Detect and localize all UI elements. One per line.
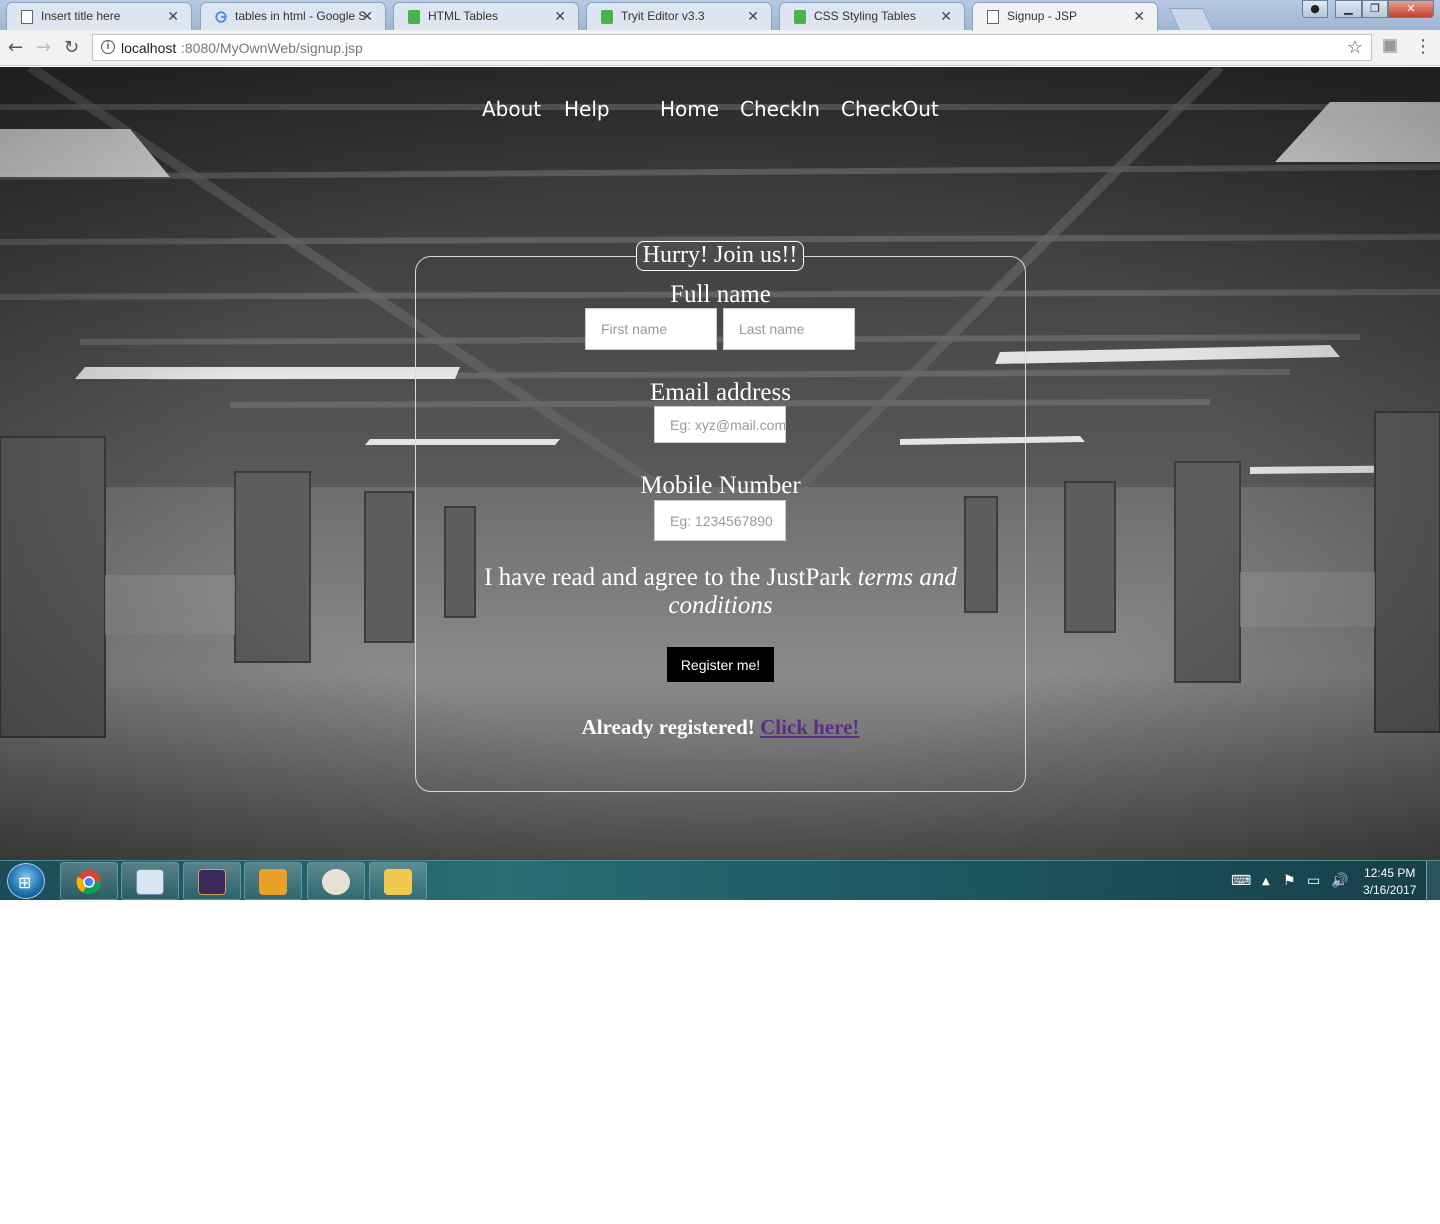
login-link[interactable]: Click here! [760,715,859,739]
login-prefix: Already registered! [581,715,761,739]
email-input[interactable] [654,406,786,443]
minimize-icon: ▁ [1344,2,1353,15]
close-icon: ✕ [1406,2,1416,15]
mobile-number-input[interactable] [654,500,786,541]
forward-arrow-icon[interactable]: → [36,37,51,58]
tab-insert-title[interactable]: Insert title here ✕ [6,2,192,30]
register-button[interactable]: Register me! [667,647,774,682]
tab-label: Insert title here [41,9,121,23]
google-icon [215,11,227,23]
address-bar[interactable]: i localhost :8080/MyOwnWeb/signup.jsp ☆ [92,34,1372,61]
reload-icon[interactable]: ↻ [64,37,79,58]
first-name-input[interactable] [585,308,717,350]
network-icon[interactable]: ▭ [1307,873,1320,889]
tab-html-tables[interactable]: HTML Tables ✕ [393,2,579,30]
close-icon[interactable]: ✕ [554,8,566,25]
signup-form: Hurry! Join us!! Full name Email address… [415,241,1026,792]
nav-about-link[interactable]: About [482,97,541,121]
nav-checkin-link[interactable]: CheckIn [740,97,820,121]
window-close-button[interactable]: ✕ [1388,0,1434,18]
taskbar-paint-button[interactable] [307,862,365,900]
last-name-input[interactable] [723,308,855,350]
already-registered-text: Already registered! Click here! [416,715,1025,740]
nav-checkout-link[interactable]: CheckOut [841,97,939,121]
start-button[interactable]: ⊞ [7,863,45,899]
tab-signup-jsp[interactable]: Signup - JSP ✕ [972,2,1158,31]
tab-label: tables in html - Google S [235,9,365,23]
show-hidden-icons-icon[interactable]: ▲ [1262,876,1270,887]
tab-label: Tryit Editor v3.3 [621,9,705,23]
network-app-icon [136,869,164,895]
windows-taskbar: ⊞ ⌨ ▲ ⚑ ▭ 🔊 12:45 PM 3/16/2017 [0,860,1440,901]
extension-icon[interactable] [1383,39,1397,53]
maximize-button[interactable]: ❐ [1362,0,1388,18]
keyboard-icon[interactable]: ⌨ [1231,873,1251,889]
site-navigation: About Help Home CheckIn CheckOut [0,97,1440,127]
show-desktop-button[interactable] [1426,861,1440,901]
tab-css-styling-tables[interactable]: CSS Styling Tables ✕ [779,2,965,30]
page-icon [987,10,999,24]
mobile-number-label: Mobile Number [640,472,801,499]
email-label: Email address [650,379,791,406]
w3schools-icon [794,10,806,24]
form-legend: Hurry! Join us!! [636,241,804,271]
browser-menu-icon[interactable]: ⋮ [1414,36,1432,57]
close-icon[interactable]: ✕ [747,8,759,25]
clock-time[interactable]: 12:45 PM [1364,866,1415,880]
full-name-label: Full name [670,281,771,308]
nav-home-link[interactable]: Home [660,97,719,121]
outlook-icon [259,869,287,895]
clock-date[interactable]: 3/16/2017 [1363,883,1416,897]
back-arrow-icon[interactable]: ← [8,37,23,58]
browser-toolbar: ← → ↻ i localhost :8080/MyOwnWeb/signup.… [0,30,1440,66]
info-icon[interactable]: i [101,40,115,54]
taskbar-file-explorer-button[interactable] [369,862,427,900]
taskbar-java-ee-ide-button[interactable] [183,862,241,900]
close-icon[interactable]: ✕ [167,8,179,25]
windows-logo-icon: ⊞ [18,873,32,892]
user-icon: ● [1310,2,1320,15]
w3schools-icon [601,10,613,24]
minimize-button[interactable]: ▁ [1335,0,1362,18]
page-icon [21,10,33,24]
close-icon[interactable]: ✕ [361,8,373,25]
taskbar-chrome-button[interactable] [60,862,118,900]
tab-google-search[interactable]: tables in html - Google S ✕ [200,2,386,30]
action-center-flag-icon[interactable]: ⚑ [1283,873,1296,889]
browser-tab-strip: Insert title here ✕ tables in html - Goo… [0,0,1440,31]
volume-icon[interactable]: 🔊 [1331,873,1348,889]
close-icon[interactable]: ✕ [1133,8,1145,25]
tab-label: CSS Styling Tables [814,9,916,23]
tab-label: HTML Tables [428,9,499,23]
w3schools-icon [408,10,420,24]
taskbar-outlook-button[interactable] [244,862,302,900]
file-explorer-icon [384,869,412,895]
maximize-icon: ❐ [1370,2,1380,15]
url-path: :8080/MyOwnWeb/signup.jsp [181,40,363,56]
tab-label: Signup - JSP [1007,9,1078,23]
url-host: localhost [121,40,177,56]
bookmark-star-icon[interactable]: ☆ [1347,37,1363,58]
terms-agreement-text: I have read and agree to the JustPark te… [466,564,975,620]
chrome-icon [76,870,101,895]
taskbar-network-app-button[interactable] [121,862,179,900]
tab-tryit-editor[interactable]: Tryit Editor v3.3 ✕ [586,2,772,30]
close-icon[interactable]: ✕ [940,8,952,25]
nav-help-link[interactable]: Help [564,97,610,121]
terms-prefix: I have read and agree to the JustPark [484,564,858,591]
java-ee-ide-icon [198,869,226,895]
paint-icon [322,869,350,895]
user-profile-button[interactable]: ● [1302,0,1328,18]
new-tab-button[interactable] [1168,8,1214,30]
page-viewport: About Help Home CheckIn CheckOut Hurry! … [0,67,1440,860]
